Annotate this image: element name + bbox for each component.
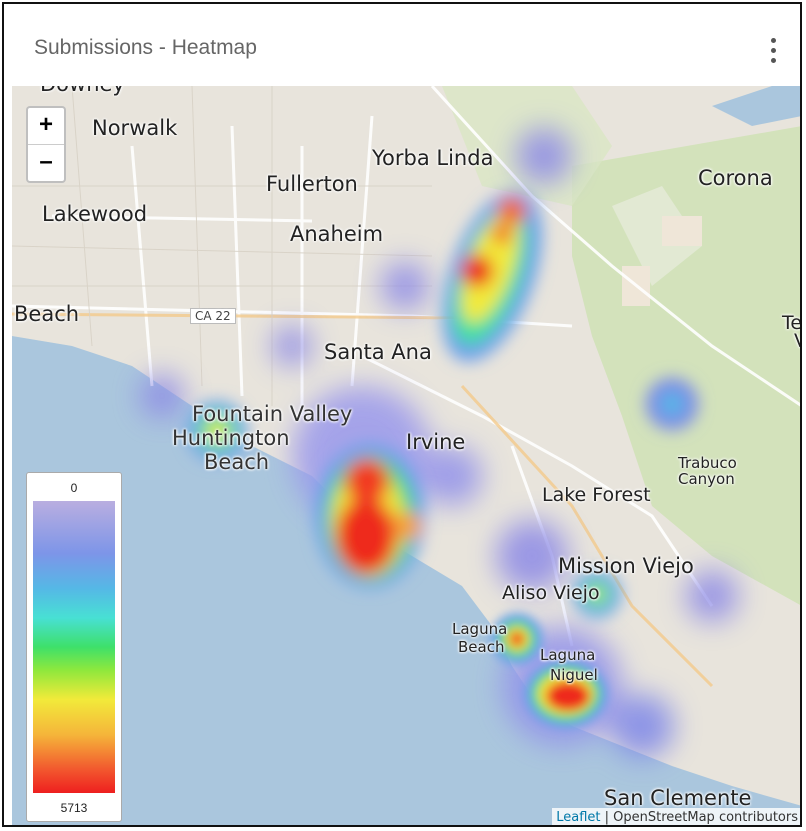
legend-max-value: 5713 [60, 801, 88, 815]
label-huntington: Huntington [172, 426, 290, 450]
attribution-separator: | [600, 810, 614, 825]
label-laguna-niguel-2: Niguel [550, 666, 598, 684]
osm-contributors-link[interactable]: OpenStreetMap contributors [613, 810, 798, 825]
heatmap-card: Submissions - Heatmap Norwalk Yorba Lind… [2, 2, 802, 827]
label-fullerton: Fullerton [266, 172, 358, 196]
label-santa-ana: Santa Ana [324, 340, 432, 364]
heatmap-legend: 0 5713 [26, 472, 122, 822]
legend-min-value: 0 [70, 481, 78, 495]
label-aliso-viejo: Aliso Viejo [502, 582, 600, 604]
label-v: V [794, 330, 800, 352]
label-huntington-beach: Beach [204, 450, 270, 474]
card-title: Submissions - Heatmap [34, 36, 257, 59]
label-laguna-beach-2: Beach [458, 638, 505, 656]
label-irvine: Irvine [406, 430, 466, 454]
label-lake-forest: Lake Forest [542, 484, 651, 506]
label-laguna-beach-1: Laguna [452, 620, 508, 638]
label-laguna-niguel-1: Laguna [540, 646, 596, 664]
label-lakewood: Lakewood [42, 202, 148, 226]
label-canyon: Canyon [678, 470, 735, 488]
label-fountain-valley: Fountain Valley [192, 402, 353, 426]
kebab-menu-icon[interactable] [768, 34, 778, 68]
map-view[interactable]: Downey Norwalk Yorba Linda Fullerton Cor… [12, 86, 800, 825]
label-anaheim: Anaheim [290, 222, 384, 246]
label-mission-viejo: Mission Viejo [558, 554, 694, 578]
label-san-clemente: San Clemente [604, 786, 752, 810]
legend-color-scale [33, 501, 115, 793]
leaflet-link[interactable]: Leaflet [556, 810, 600, 825]
label-beach: Beach [14, 302, 80, 326]
label-downey: Downey [40, 86, 125, 96]
card-header: Submissions - Heatmap [4, 4, 800, 86]
zoom-in-button[interactable]: + [28, 108, 64, 145]
label-norwalk: Norwalk [92, 116, 178, 140]
label-ca22: CA 22 [190, 308, 236, 324]
map-attribution: Leaflet | OpenStreetMap contributors [552, 808, 800, 825]
label-corona: Corona [698, 166, 773, 190]
label-yorba-linda: Yorba Linda [372, 146, 494, 170]
zoom-out-button[interactable]: – [28, 145, 64, 181]
zoom-control: + – [26, 106, 66, 183]
